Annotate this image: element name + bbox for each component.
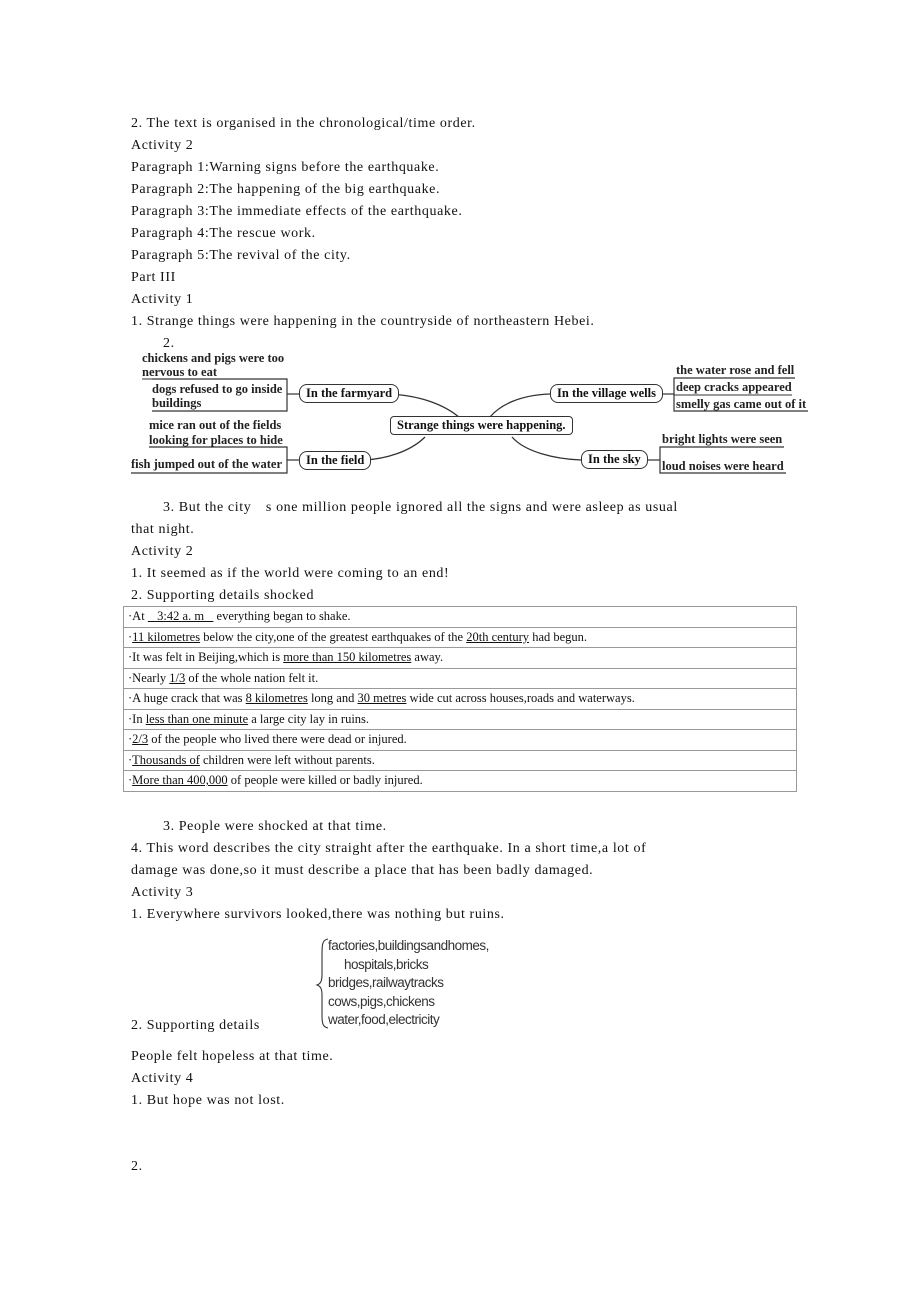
detail-cell: ·2/3 of the people who lived there were … [123, 729, 797, 751]
field-detail: fish jumped out of the water [131, 457, 283, 471]
answer-blank: 8 kilometres [245, 691, 308, 706]
farmyard-detail: chickens and pigs were too [142, 351, 285, 365]
detail-text: had begun. [529, 629, 588, 644]
answer-line: 2. Supporting details shocked [131, 588, 315, 603]
sky-detail: loud noises were heard [662, 459, 784, 473]
detail-cell: ·More than 400,000 of people were killed… [123, 770, 797, 792]
branch-village-wells: In the village wells [550, 384, 663, 403]
branch-field: In the field [299, 451, 372, 470]
detail-text: ·A huge crack that was [128, 691, 246, 706]
answer-blank: 11 kilometres [132, 629, 201, 644]
answer-blank: 20th century [466, 629, 530, 644]
detail-text: below the city,one of the greatest earth… [200, 629, 467, 644]
answer-line: 1. Everywhere survivors looked,there was… [131, 907, 505, 922]
ruins-item: water,food,electricity [328, 1012, 440, 1027]
detail-cell: ·At 3:42 a. m everything began to shake. [123, 606, 797, 628]
table-row: ·11 kilometres below the city,one of the… [123, 626, 797, 648]
table-row: ·It was felt in Beijing,which is more th… [123, 647, 797, 669]
detail-cell: ·In less than one minute a large city la… [123, 708, 797, 730]
answer-line: 3. But the city s one million people ign… [163, 500, 678, 515]
detail-text: ·It was felt in Beijing,which is [128, 650, 284, 665]
activity-heading: Activity 3 [131, 885, 194, 900]
sky-detail: bright lights were seen [662, 432, 783, 446]
detail-text: long and [307, 691, 358, 706]
farmyard-detail: buildings [152, 396, 202, 410]
table-row: ·A huge crack that was 8 kilometres long… [123, 688, 797, 710]
answer-line: 2. Supporting details [131, 1018, 260, 1033]
answer-blank: Thousands of [132, 752, 200, 767]
answer-line: 1. It seemed as if the world were coming… [131, 566, 450, 581]
detail-cell: ·Thousands of children were left without… [123, 749, 797, 771]
ruins-item: cows,pigs,chickens [328, 993, 435, 1009]
item-number: 2. [131, 1159, 143, 1174]
answer-blank: 1/3 [169, 670, 186, 685]
connector-field [363, 436, 426, 461]
detail-cell: ·11 kilometres below the city,one of the… [123, 626, 797, 648]
detail-text: children were left without parents. [199, 752, 375, 767]
answer-blank: less than one minute [145, 711, 249, 726]
table-row: ·Thousands of children were left without… [123, 749, 797, 771]
mind-map-center-node: Strange things were happening. [390, 416, 573, 435]
field-detail: mice ran out of the fields [149, 418, 282, 432]
detail-text: a large city lay in ruins. [248, 711, 370, 726]
connector-sky [511, 436, 582, 461]
branch-sky: In the sky [581, 450, 648, 469]
answer-line: that night. [131, 522, 195, 537]
answer-blank: 2/3 [132, 732, 149, 747]
detail-text: ·In [128, 711, 146, 726]
detail-text: away. [411, 650, 444, 665]
ruins-item: factories,buildingsandhomes, [328, 938, 489, 953]
answer-line: 4. This word describes the city straight… [131, 841, 647, 856]
ruins-list: factories,buildingsandhomes, hospitals,b… [328, 937, 489, 1030]
detail-text: ·At [128, 609, 148, 624]
table-row: ·Nearly 1/3 of the whole nation felt it. [123, 667, 797, 689]
detail-cell: ·A huge crack that was 8 kilometres long… [123, 688, 797, 710]
answer-blank: 3:42 a. m [147, 609, 214, 624]
supporting-details-table: ·At 3:42 a. m everything began to shake.… [123, 606, 797, 792]
answer-blank: more than 150 kilometres [283, 650, 412, 665]
table-row: ·At 3:42 a. m everything began to shake. [123, 606, 797, 628]
detail-text: everything began to shake. [213, 609, 351, 624]
connector-wells [489, 393, 551, 418]
activity-heading: Activity 4 [131, 1071, 194, 1086]
activity-heading: Activity 2 [131, 544, 194, 559]
ruins-item: bridges,railwaytracks [328, 975, 444, 990]
detail-cell: ·It was felt in Beijing,which is more th… [123, 647, 797, 669]
wells-detail: the water rose and fell [676, 363, 795, 377]
detail-cell: ·Nearly 1/3 of the whole nation felt it. [123, 667, 797, 689]
farmyard-detail: nervous to eat [142, 365, 217, 379]
table-row: ·2/3 of the people who lived there were … [123, 729, 797, 751]
ruins-item: hospitals,bricks [344, 956, 429, 972]
detail-text: of the people who lived there were dead … [148, 732, 407, 747]
answer-line: People felt hopeless at that time. [131, 1049, 334, 1064]
answer-blank: More than 400,000 [132, 773, 228, 788]
field-detail: looking for places to hide [149, 433, 283, 447]
answer-line: damage was done,so it must describe a pl… [131, 863, 594, 878]
answer-line: 3. People were shocked at that time. [163, 819, 387, 834]
detail-text: of the whole nation felt it. [185, 670, 319, 685]
answer-line: 1. But hope was not lost. [131, 1093, 285, 1108]
branch-farmyard: In the farmyard [299, 384, 400, 403]
wells-detail: smelly gas came out of it [676, 397, 807, 411]
answer-blank: 30 metres [357, 691, 407, 706]
wells-detail: deep cracks appeared [676, 380, 792, 394]
detail-text: ·Nearly [128, 670, 170, 685]
table-row: ·More than 400,000 of people were killed… [123, 770, 797, 792]
table-row: ·In less than one minute a large city la… [123, 708, 797, 730]
farmyard-detail: dogs refused to go inside [152, 382, 283, 396]
detail-text: wide cut across houses,roads and waterwa… [406, 691, 635, 706]
detail-text: of people were killed or badly injured. [227, 773, 423, 788]
